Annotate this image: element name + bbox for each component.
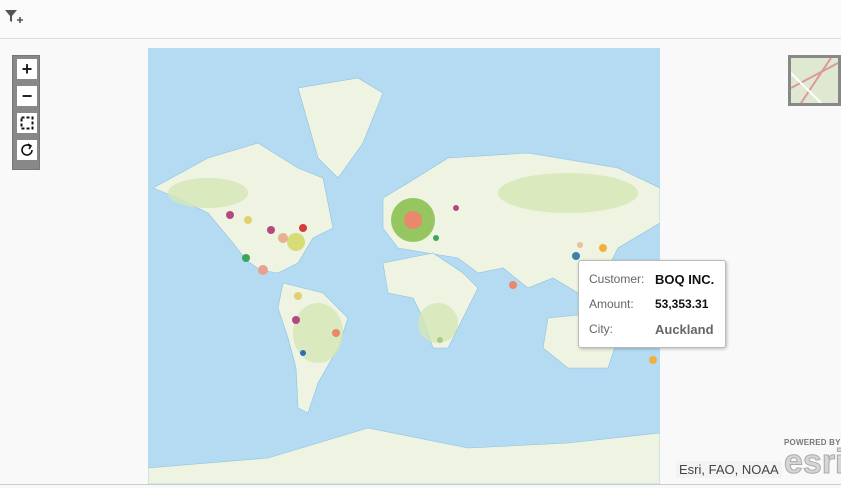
data-point [278,233,288,243]
data-point [453,205,459,211]
city-value: Auckland [655,322,714,337]
data-point [226,211,234,219]
amount-label: Amount: [589,297,634,311]
data-point [244,216,252,224]
data-point [258,265,268,275]
customer-label: Customer: [589,272,645,286]
zoom-out-icon: − [21,85,33,106]
data-point [509,281,517,289]
data-point [437,337,443,343]
esri-wordmark: esri [784,443,841,481]
city-label: City: [589,322,613,336]
reset-icon [21,143,33,156]
map-attribution: Esri, FAO, NOAA [676,461,782,478]
data-point [294,292,302,300]
data-point [242,254,250,262]
north-america [152,142,334,274]
customer-value: BOQ INC. [655,272,715,287]
zoom-box-button[interactable] [17,113,37,133]
esri-logo[interactable]: POWERED BY esri [784,438,841,481]
data-point [300,350,306,356]
toolbar [0,0,841,39]
antarctica [148,427,660,484]
data-point [287,233,305,251]
data-point [404,211,422,229]
amount-value: 53,353.31 [655,297,709,311]
map-tooltip: Customer: BOQ INC. Amount: 53,353.31 City:… [578,260,726,348]
data-point [572,252,580,260]
zoom-box-icon [20,116,34,130]
data-point [577,242,583,248]
data-point [292,316,300,324]
overview-map[interactable] [788,55,841,106]
reset-button[interactable] [17,140,37,160]
add-filter-icon[interactable] [4,8,24,26]
greenland [297,77,384,179]
data-point [267,226,275,234]
zoom-controls: + − [12,55,40,170]
bottom-divider [0,484,841,485]
zoom-in-button[interactable]: + [17,59,37,79]
data-point [649,356,657,364]
zoom-out-button[interactable]: − [17,86,37,106]
data-point [299,224,307,232]
data-point [332,329,340,337]
data-point [599,244,607,252]
zoom-in-icon: + [21,58,33,79]
data-point [433,235,439,241]
